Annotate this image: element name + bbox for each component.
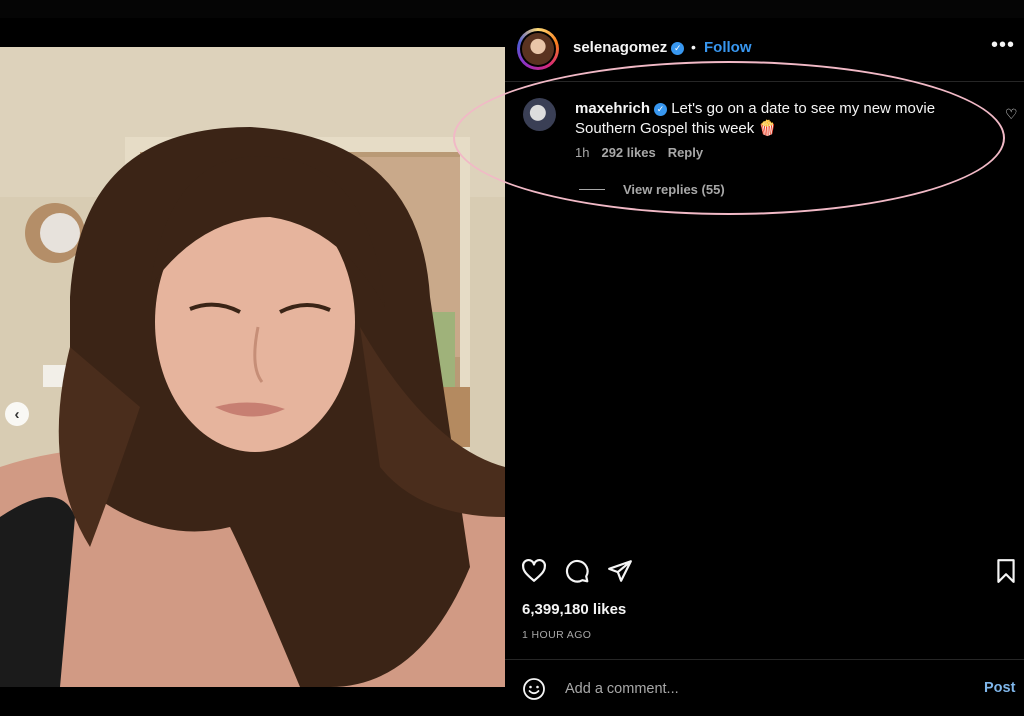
comment-time: 1h: [575, 145, 590, 160]
comment-bar: Post: [505, 659, 1024, 716]
owner-username[interactable]: selenagomez ✓: [573, 39, 685, 56]
verified-icon: ✓: [671, 41, 685, 55]
replies-divider: [579, 189, 605, 190]
post-panel: selenagomez ✓ • Follow ••• maxehrich ✓ Let…: [453, 18, 1024, 716]
comment-likes[interactable]: 292 likes: [601, 145, 655, 160]
owner-avatar[interactable]: [517, 28, 559, 70]
likes-count[interactable]: 6,399,180 likes: [522, 601, 626, 618]
chevron-left-icon[interactable]: ‹: [5, 402, 29, 426]
comment-meta: 1h 292 likes Reply: [575, 145, 703, 160]
action-bar: [521, 558, 1017, 586]
commenter-avatar[interactable]: [523, 98, 556, 131]
share-icon[interactable]: [607, 558, 633, 584]
post-photo[interactable]: ‹: [0, 47, 505, 687]
view-replies-label[interactable]: View replies (55): [623, 182, 725, 197]
post-time: 1 HOUR AGO: [522, 629, 592, 641]
heart-icon[interactable]: ♡: [1005, 106, 1018, 123]
owner-username-text[interactable]: selenagomez: [573, 39, 667, 56]
commenter-username[interactable]: maxehrich: [575, 100, 650, 117]
header-separator: •: [691, 39, 696, 55]
comment-input[interactable]: [563, 676, 947, 702]
heart-icon[interactable]: [521, 558, 547, 584]
top-bar: [0, 0, 1024, 18]
comment-icon[interactable]: [564, 558, 590, 584]
follow-button[interactable]: Follow: [704, 39, 752, 56]
view-replies-button[interactable]: View replies (55): [579, 182, 725, 197]
photo-image: [0, 47, 505, 687]
bookmark-icon[interactable]: [993, 558, 1019, 584]
comment-text: maxehrich ✓ Let's go on a date to see my …: [575, 99, 975, 139]
post-button[interactable]: Post: [984, 680, 1015, 696]
emoji-icon[interactable]: [522, 677, 546, 701]
verified-icon: ✓: [654, 102, 668, 116]
reply-button[interactable]: Reply: [668, 145, 703, 160]
post-header: selenagomez ✓ • Follow •••: [505, 18, 1024, 82]
more-options-icon[interactable]: •••: [991, 34, 1015, 57]
